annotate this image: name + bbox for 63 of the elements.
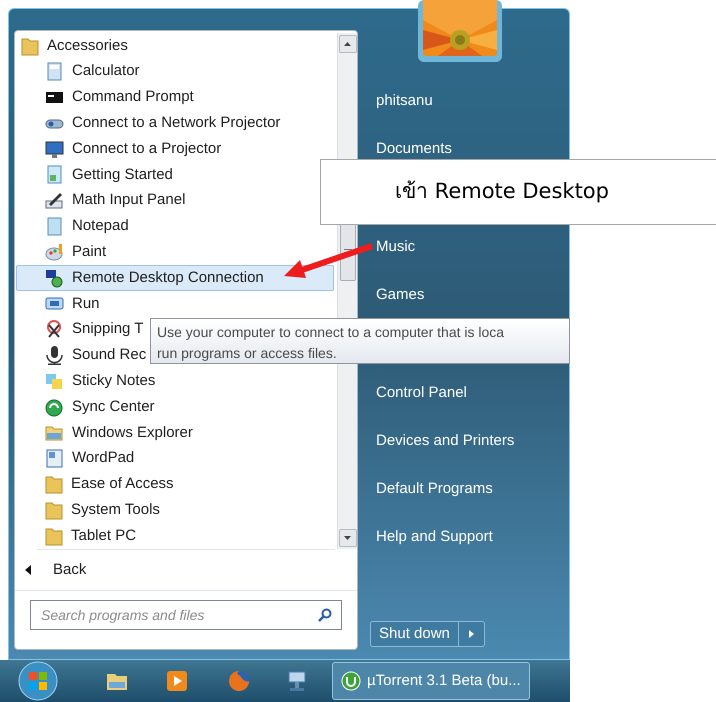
program-item[interactable]: Sync Center [16,394,160,420]
tooltip-text: run programs or access files. [157,344,337,363]
menu-link[interactable]: Help and Support [376,526,493,548]
document-icon [45,165,64,184]
monitor-icon [45,140,64,159]
network-icon[interactable] [286,670,308,692]
program-item[interactable]: Command Prompt [16,84,199,110]
taskbar-button[interactable]: µTorrent 3.1 Beta (bu... [332,662,530,700]
remote-desktop-icon [45,268,64,288]
scroll-down-button[interactable] [338,529,356,547]
sync-icon [45,398,64,417]
play-icon[interactable] [166,670,188,692]
triangle-right-icon [468,630,474,638]
menu-link[interactable]: Default Programs [376,478,493,500]
shutdown-options-button[interactable] [458,621,485,647]
menu-link[interactable]: Documents [376,138,452,160]
menu-link[interactable]: Devices and Printers [376,430,514,452]
palette-icon [45,242,64,262]
document-icon [45,449,64,468]
program-item[interactable]: Getting Started [16,162,178,188]
callout-text: เข้า Remote Desktop [395,178,609,206]
folder-icon [45,500,63,520]
program-item[interactable]: Sound Rec [16,342,152,368]
calculator-icon [45,62,64,82]
program-item[interactable]: Sticky Notes [16,368,160,394]
program-item[interactable]: Snipping T [16,316,148,343]
shutdown-button[interactable]: Shut down [370,621,459,647]
microphone-icon [45,346,64,365]
program-item[interactable]: Math Input Panel [16,188,190,214]
program-item[interactable]: Tablet PC [16,523,142,549]
menu-link[interactable]: Games [376,284,424,306]
search-field[interactable]: Search programs and files [30,600,342,630]
folder-icon [21,36,39,56]
back-button[interactable]: Back [15,550,357,590]
program-item[interactable]: WordPad [16,446,140,472]
menu-link[interactable]: Control Panel [376,382,467,404]
folder-icon[interactable] [106,671,128,691]
torrent-icon [341,671,361,691]
program-item[interactable]: Run [16,290,105,317]
program-item[interactable]: Ease of Access [16,472,179,498]
program-item[interactable]: Notepad [16,214,134,240]
program-item[interactable]: Calculator [16,58,145,85]
search-icon [318,608,332,622]
program-item[interactable]: Paint [16,239,112,266]
program-item[interactable]: Remote Desktop Connection [16,265,334,291]
program-item[interactable]: Accessories [16,33,133,59]
menu-link[interactable]: Music [376,236,416,258]
program-item[interactable]: Windows Explorer [16,420,198,446]
program-item[interactable]: Connect to a Network Projector [16,110,286,136]
folder-icon [45,474,63,494]
menu-link[interactable]: phitsanu [376,90,433,112]
pen-icon [45,191,64,210]
notepad-icon [45,216,64,236]
folder-icon [45,526,63,546]
program-item[interactable]: System Tools [16,497,165,524]
tooltip-text: Use your computer to connect to a computer that is loca [157,323,504,342]
program-item[interactable]: Connect to a Projector [16,136,226,162]
scroll-up-button[interactable] [338,35,356,53]
caret-up-icon [344,42,351,46]
scissors-icon [45,320,64,340]
caret-down-icon [344,536,351,540]
triangle-left-icon [25,565,31,575]
sticky-notes-icon [45,372,64,391]
